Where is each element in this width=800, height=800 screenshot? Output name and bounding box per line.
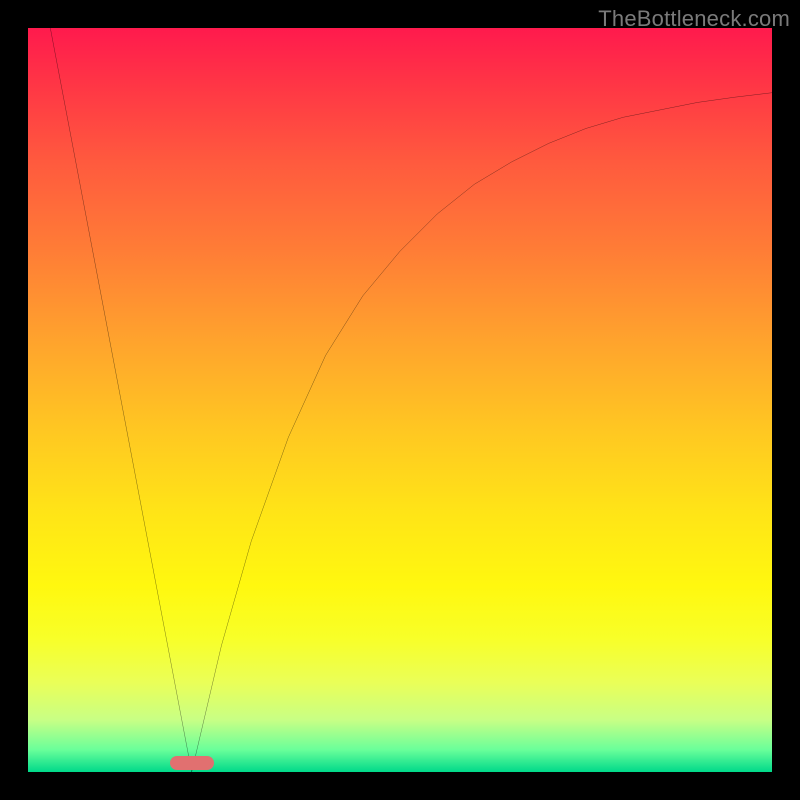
- chart-frame: TheBottleneck.com: [0, 0, 800, 800]
- curve-left: [50, 28, 191, 772]
- watermark-text: TheBottleneck.com: [598, 6, 790, 32]
- bottleneck-curve: [28, 28, 772, 772]
- curve-right: [192, 93, 772, 772]
- minimum-marker: [170, 756, 214, 770]
- plot-area: [28, 28, 772, 772]
